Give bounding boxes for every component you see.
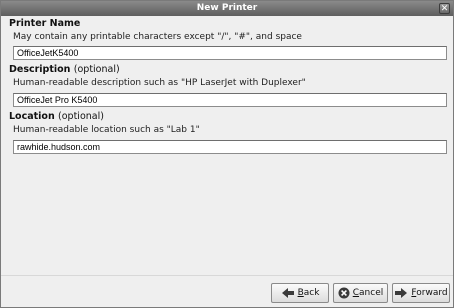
location-heading: Location (optional): [9, 111, 104, 122]
footer-separator: [1, 275, 453, 276]
title-bar[interactable]: New Printer ✕: [1, 1, 453, 16]
printer-name-input[interactable]: [13, 46, 447, 60]
location-hint: Human-readable location such as "Lab 1": [13, 125, 200, 135]
cancel-button-label: Cancel: [352, 288, 384, 298]
description-optional-label: (optional): [73, 64, 120, 75]
cancel-button[interactable]: Cancel: [333, 283, 388, 303]
back-button[interactable]: Back: [271, 283, 329, 303]
printer-name-label: Printer Name: [9, 18, 81, 29]
arrow-left-icon: [281, 288, 294, 298]
back-button-label: Back: [297, 288, 320, 298]
arrow-right-icon: [395, 288, 408, 298]
location-optional-label: (optional): [58, 111, 104, 122]
printer-name-heading: Printer Name: [9, 18, 80, 29]
printer-name-hint: May contain any printable characters exc…: [13, 32, 302, 42]
cancel-icon: [338, 287, 350, 299]
window-title: New Printer: [196, 3, 258, 13]
new-printer-dialog: New Printer ✕ Printer Name May contain a…: [0, 0, 454, 308]
description-label: Description: [9, 64, 71, 75]
forward-button[interactable]: Forward: [392, 283, 450, 303]
close-icon[interactable]: ✕: [439, 3, 450, 14]
description-heading: Description (optional): [9, 64, 120, 75]
location-label: Location: [9, 111, 55, 122]
location-input[interactable]: [13, 140, 447, 154]
forward-button-label: Forward: [411, 288, 448, 298]
description-hint: Human-readable description such as "HP L…: [13, 78, 306, 88]
description-input[interactable]: [13, 93, 447, 107]
